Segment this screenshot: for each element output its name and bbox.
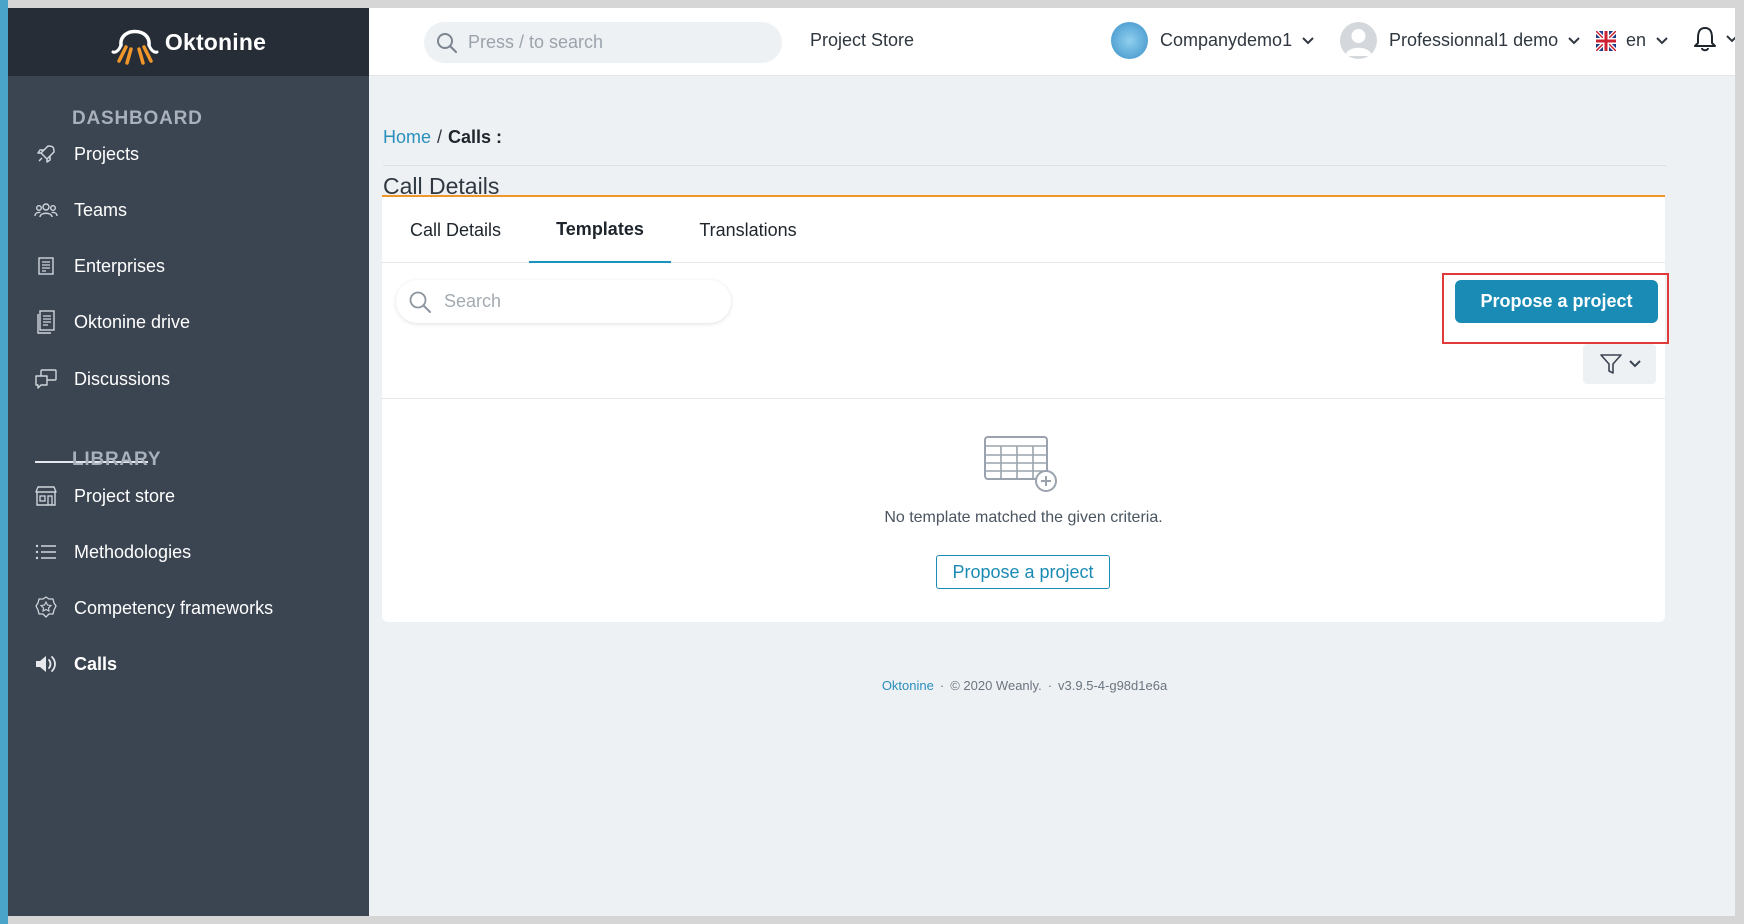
footer-separator: · [939, 678, 945, 693]
project-store-link[interactable]: Project Store [810, 30, 914, 51]
company-name: Companydemo1 [1160, 30, 1293, 50]
chevron-down-icon [1726, 35, 1735, 43]
bell-icon [1694, 27, 1716, 52]
sidebar-item-label: Project store [74, 485, 176, 506]
sidebar-item-label: Enterprises [74, 255, 166, 276]
card-divider [382, 398, 1665, 399]
chevron-down-icon [1628, 360, 1641, 368]
sidebar-item-label: Teams [74, 199, 128, 220]
uk-flag-icon [1596, 30, 1616, 51]
rocket-icon [34, 142, 58, 166]
badge-icon [34, 596, 58, 620]
propose-project-button[interactable]: Propose a project [1455, 280, 1658, 323]
templates-card: Call Details Templates Translations Prop… [382, 195, 1669, 622]
filter-button[interactable] [1583, 344, 1656, 384]
footer-separator: · [1047, 678, 1053, 693]
footer-copyright: © 2020 Weanly. [950, 678, 1042, 693]
chevron-down-icon [1568, 36, 1580, 44]
team-icon [34, 198, 58, 222]
sidebar-item-oktonine-drive[interactable]: Oktonine drive [34, 304, 190, 340]
sidebar-item-label: Oktonine drive [74, 311, 191, 332]
breadcrumb-home-link[interactable]: Home [383, 127, 431, 147]
sidebar-item-discussions[interactable]: Discussions [34, 361, 170, 397]
sidebar-item-label: Projects [74, 143, 140, 164]
sidebar-item-label: Calls [74, 653, 118, 674]
global-search-input[interactable] [468, 32, 748, 53]
brand-name: Oktonine [164, 28, 267, 55]
window-edge [0, 0, 8, 924]
app-window: Oktonine DASHBOARD Projects Teams Enterp… [8, 8, 1735, 916]
chevron-down-icon [1656, 36, 1668, 44]
sidebar-item-projects[interactable]: Projects [34, 136, 139, 172]
octopus-logo-icon [111, 29, 159, 65]
user-name: Professionnal1 demo [1389, 30, 1559, 50]
sidebar-item-label: Methodologies [74, 541, 192, 562]
propose-project-outline-button[interactable]: Propose a project [936, 555, 1110, 589]
global-search[interactable] [424, 22, 782, 63]
tab-translations[interactable]: Translations [671, 197, 825, 263]
notifications-button[interactable] [1694, 26, 1735, 52]
megaphone-icon [34, 652, 58, 676]
footer-version: v3.9.5-4-g98d1e6a [1058, 678, 1168, 693]
sidebar-item-label: Competency frameworks [74, 597, 274, 618]
footer: Oktonine · © 2020 Weanly. · v3.9.5-4-g98d1e6… [383, 678, 1666, 693]
breadcrumb-separator: / [437, 127, 443, 147]
list-icon [34, 540, 58, 564]
language-selector[interactable]: en [1596, 30, 1668, 51]
tab-bar: Call Details Templates Translations [382, 197, 1665, 263]
brand-bar[interactable]: Oktonine [8, 8, 369, 76]
topbar: Project Store Companydemo1 Professionnal… [369, 8, 1735, 76]
section-title-dashboard: DASHBOARD [72, 108, 203, 129]
chat-icon [34, 367, 58, 391]
empty-state-message: No template matched the given criteria. [884, 509, 1163, 526]
avatar [1340, 22, 1377, 59]
tab-templates[interactable]: Templates [529, 197, 671, 263]
sidebar-item-label: Discussions [74, 368, 171, 389]
sidebar: Oktonine DASHBOARD Projects Teams Enterp… [8, 8, 369, 916]
company-avatar [1111, 22, 1148, 59]
user-menu[interactable]: Professionnal1 demo [1340, 22, 1580, 59]
footer-brand-link[interactable]: Oktonine [882, 678, 934, 693]
search-icon [437, 32, 458, 53]
sidebar-item-competency-frameworks[interactable]: Competency frameworks [34, 590, 273, 626]
search-icon [409, 291, 431, 313]
store-icon [34, 484, 58, 508]
tab-call-details[interactable]: Call Details [382, 197, 529, 263]
section-title-library: LIBRARY [72, 449, 162, 470]
sidebar-item-teams[interactable]: Teams [34, 192, 127, 228]
sidebar-item-methodologies[interactable]: Methodologies [34, 534, 191, 570]
sidebar-item-enterprises[interactable]: Enterprises [34, 248, 165, 284]
breadcrumb: Home / Calls : [383, 127, 502, 148]
template-search-input[interactable] [444, 291, 714, 312]
breadcrumb-current: Calls : [448, 127, 503, 147]
sidebar-item-calls[interactable]: Calls [34, 646, 117, 682]
empty-table-icon [984, 436, 1057, 492]
company-switcher[interactable]: Companydemo1 [1111, 22, 1314, 59]
chevron-down-icon [1302, 36, 1314, 44]
template-search[interactable] [396, 280, 731, 323]
document-icon [34, 310, 58, 334]
filter-icon [1599, 354, 1622, 374]
language-code: en [1626, 30, 1647, 50]
building-icon [34, 254, 58, 278]
sidebar-item-project-store[interactable]: Project store [34, 478, 175, 514]
breadcrumb-divider [383, 165, 1666, 166]
